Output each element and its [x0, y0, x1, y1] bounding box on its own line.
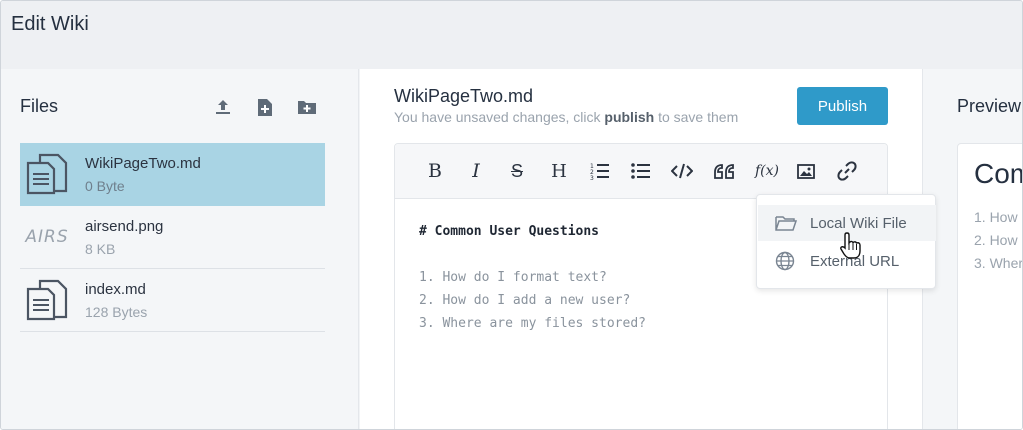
publish-button[interactable]: Publish	[797, 87, 888, 125]
preview-title: Common User Questions	[974, 158, 1022, 189]
upload-icon[interactable]	[211, 95, 235, 119]
new-folder-icon[interactable]	[295, 95, 319, 119]
bullet-list-icon[interactable]	[628, 158, 654, 184]
file-row-wikipagetwo[interactable]: WikiPageTwo.md 0 Byte	[20, 143, 325, 206]
image-icon[interactable]	[793, 158, 819, 184]
files-panel: Files WikiPageTwo.md 0 Byte AIRS airsend…	[1, 69, 359, 429]
image-thumbnail: AIRS	[24, 216, 70, 258]
document-icon	[24, 279, 70, 321]
function-label: f(x)	[754, 163, 779, 179]
page-title: Edit Wiki	[11, 13, 89, 35]
file-row-airsend[interactable]: AIRS airsend.png 8 KB	[20, 206, 325, 269]
svg-text:3: 3	[590, 175, 594, 180]
file-list: WikiPageTwo.md 0 Byte AIRS airsend.png 8…	[20, 143, 325, 332]
hand-cursor-icon	[839, 231, 863, 266]
file-size: 0 Byte	[85, 178, 125, 194]
document-title: WikiPageTwo.md	[394, 86, 534, 106]
unsaved-publish-word: publish	[604, 109, 655, 125]
quote-icon[interactable]	[711, 158, 737, 184]
file-name: index.md	[85, 281, 146, 298]
preview-list-item: 3. Where are my files stored?	[974, 255, 1023, 271]
preview-box: Common User Questions 1. How do I format…	[957, 143, 1023, 429]
app-window: Edit Wiki Files WikiPageTwo.md 0 Byte AI…	[0, 0, 1023, 430]
file-size: 128 Bytes	[85, 304, 148, 320]
globe-icon	[775, 251, 805, 271]
top-bar: Edit Wiki	[1, 1, 1022, 69]
unsaved-suffix: to save them	[654, 109, 739, 125]
thumbnail-text: AIRS	[25, 227, 69, 247]
file-name: WikiPageTwo.md	[85, 155, 201, 172]
italic-button[interactable]: I	[463, 158, 489, 184]
bold-button[interactable]: B	[422, 158, 448, 184]
preview-list-item: 1. How do I format text?	[974, 209, 1022, 225]
italic-label: I	[472, 160, 480, 182]
strikethrough-button[interactable]: S	[504, 158, 530, 184]
code-icon[interactable]	[669, 158, 695, 184]
function-button[interactable]: f(x)	[752, 158, 782, 184]
content-line: 2. How do I add a new user?	[419, 293, 631, 308]
menu-item-label: Local Wiki File	[810, 214, 907, 232]
ordered-list-icon[interactable]: 123	[587, 158, 613, 184]
file-name: airsend.png	[85, 218, 164, 235]
heading-label: H	[551, 160, 567, 182]
files-heading: Files	[20, 96, 59, 116]
strikethrough-label: S	[510, 160, 523, 181]
file-size: 8 KB	[85, 241, 116, 257]
editor-toolbar: B I S H 123 f(x)	[395, 144, 887, 199]
bold-label: B	[428, 160, 442, 182]
document-icon	[24, 153, 70, 195]
file-row-index[interactable]: index.md 128 Bytes	[20, 269, 325, 332]
files-actions	[211, 95, 319, 119]
new-file-icon[interactable]	[253, 95, 277, 119]
link-icon[interactable]	[834, 158, 860, 184]
preview-heading: Preview	[957, 96, 1022, 116]
heading-button[interactable]: H	[546, 158, 572, 184]
preview-list-item: 2. How do I add a new user?	[974, 232, 1022, 248]
unsaved-prefix: You have unsaved changes, click	[394, 109, 605, 125]
preview-panel: Preview Common User Questions 1. How do …	[922, 69, 1023, 429]
content-line: 3. Where are my files stored?	[419, 316, 646, 331]
preview-list: 1. How do I format text? 2. How do I add…	[974, 206, 1023, 275]
folder-icon	[775, 215, 805, 231]
unsaved-notice: You have unsaved changes, click publish …	[394, 109, 738, 125]
